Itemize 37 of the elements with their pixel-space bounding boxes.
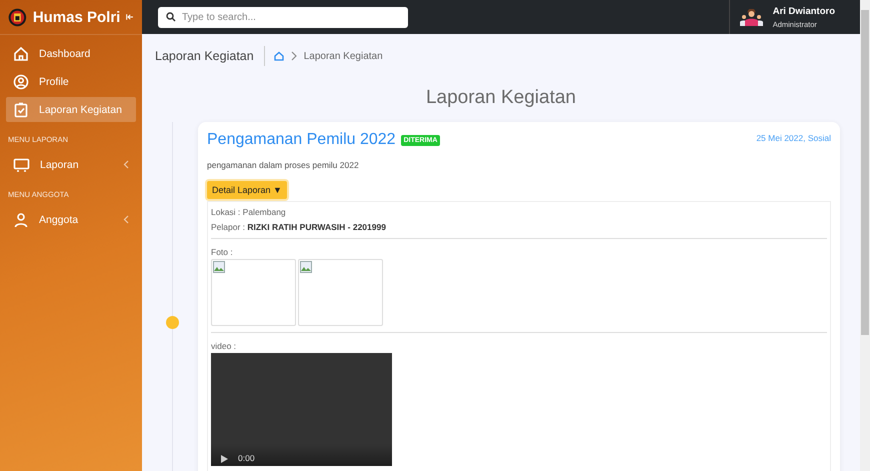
page-heading: Laporan Kegiatan bbox=[155, 46, 265, 66]
breadcrumb-item: Laporan Kegiatan bbox=[304, 50, 383, 62]
detail-text: Lokasi : Palembang bbox=[211, 207, 287, 217]
video-player[interactable]: 0:00 bbox=[211, 353, 392, 466]
sidebar-item[interactable]: Profile bbox=[6, 69, 136, 94]
report-meta: 25 Mei 2022, Sosial bbox=[756, 133, 831, 143]
video-time: 0:00 bbox=[238, 454, 255, 463]
play-icon[interactable] bbox=[221, 455, 228, 463]
report-title: Pengamanan Pemilu 2022 bbox=[207, 131, 396, 149]
broken-image-icon bbox=[213, 261, 225, 273]
sidebar-item[interactable]: Anggota bbox=[6, 207, 136, 232]
detail-button[interactable]: Detail Laporan ▼ bbox=[207, 181, 287, 199]
search-field[interactable]: Type to search... bbox=[158, 6, 408, 28]
user-name: Ari Dwiantoro bbox=[772, 6, 835, 16]
photo-label: Foto : bbox=[211, 247, 234, 257]
timeline-dot bbox=[166, 316, 179, 329]
user-circle-icon bbox=[13, 74, 29, 90]
sidebar-item[interactable]: Laporan Kegiatan bbox=[6, 97, 136, 122]
home-icon bbox=[13, 46, 29, 62]
detail-text: Pelapor : RIZKI RATIH PURWASIH - 2201999 bbox=[211, 222, 387, 232]
search-icon bbox=[166, 12, 176, 22]
sidebar-item[interactable]: Dashboard bbox=[6, 41, 136, 66]
search-input: Type to search... bbox=[182, 12, 400, 22]
video-label: video : bbox=[211, 341, 238, 351]
chevron-icon bbox=[290, 51, 297, 61]
report-description: pengamanan dalam proses pemilu 2022 bbox=[207, 160, 360, 170]
collapse-icon[interactable] bbox=[126, 12, 134, 22]
scrollbar[interactable] bbox=[860, 0, 870, 471]
sidebar-item[interactable]: Laporan bbox=[6, 152, 136, 177]
clipboard-check-icon bbox=[13, 102, 29, 118]
page-title: Laporan Kegiatan bbox=[424, 86, 577, 110]
brand-title: Humas Polri bbox=[32, 8, 120, 26]
person-icon bbox=[13, 212, 29, 228]
home-icon[interactable] bbox=[274, 51, 284, 61]
broken-image-icon bbox=[300, 261, 312, 273]
monitor-icon bbox=[13, 156, 30, 172]
users-icon bbox=[740, 8, 763, 26]
